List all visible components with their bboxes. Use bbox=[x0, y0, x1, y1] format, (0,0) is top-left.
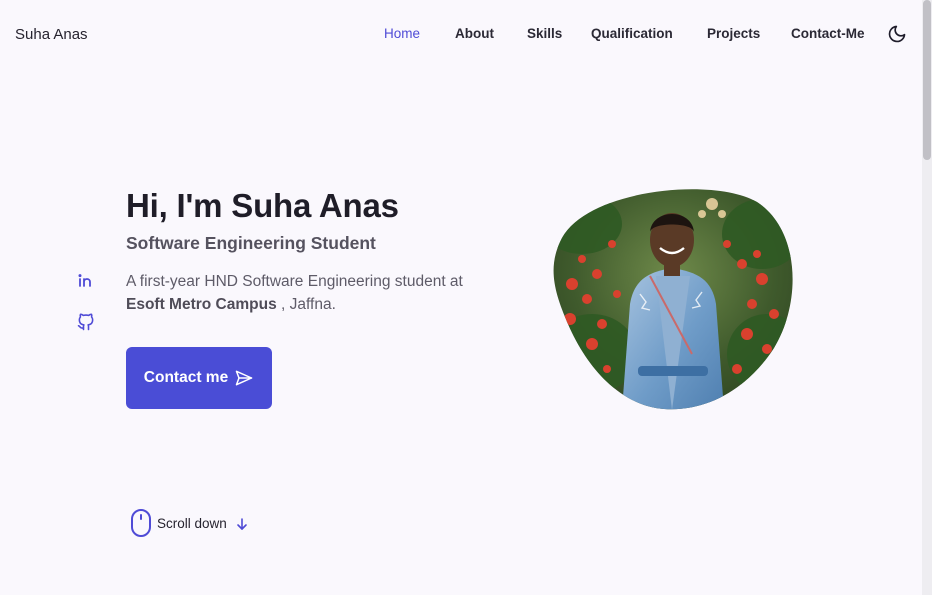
description-location: , Jaffna. bbox=[281, 296, 336, 313]
nav-item-projects[interactable]: Projects bbox=[707, 26, 760, 41]
description-text: A first-year HND Software Engineering st… bbox=[126, 273, 463, 290]
send-icon bbox=[235, 370, 253, 386]
scrollbar-thumb[interactable] bbox=[923, 0, 931, 160]
contact-me-label: Contact me bbox=[143, 369, 229, 386]
profile-photo bbox=[552, 184, 794, 410]
hero-section: Hi, I'm Suha Anas Software Engineering S… bbox=[126, 186, 506, 316]
linkedin-icon[interactable] bbox=[76, 271, 96, 291]
github-icon[interactable] bbox=[76, 312, 96, 332]
nav-item-contact-me[interactable]: Contact-Me bbox=[791, 26, 865, 41]
moon-icon[interactable] bbox=[887, 24, 907, 44]
mouse-icon bbox=[130, 508, 152, 538]
hero-title: Hi, I'm Suha Anas bbox=[126, 187, 399, 224]
contact-me-button[interactable]: Contact me bbox=[126, 347, 272, 409]
main-nav: Home About Skills Qualification Projects… bbox=[0, 26, 922, 46]
hero-description: A first-year HND Software Engineering st… bbox=[126, 270, 486, 316]
scroll-down-label: Scroll down bbox=[157, 515, 227, 531]
nav-item-qualification[interactable]: Qualification bbox=[591, 26, 673, 41]
header: Suha Anas Home About Skills Qualificatio… bbox=[0, 0, 922, 68]
scroll-down-link[interactable]: Scroll down bbox=[130, 508, 249, 538]
hero-subtitle: Software Engineering Student bbox=[126, 233, 376, 253]
arrow-down-icon bbox=[235, 517, 249, 531]
campus-name: Esoft Metro Campus bbox=[126, 296, 277, 313]
nav-item-skills[interactable]: Skills bbox=[527, 26, 562, 41]
nav-item-about[interactable]: About bbox=[455, 26, 494, 41]
nav-item-home[interactable]: Home bbox=[384, 26, 420, 41]
